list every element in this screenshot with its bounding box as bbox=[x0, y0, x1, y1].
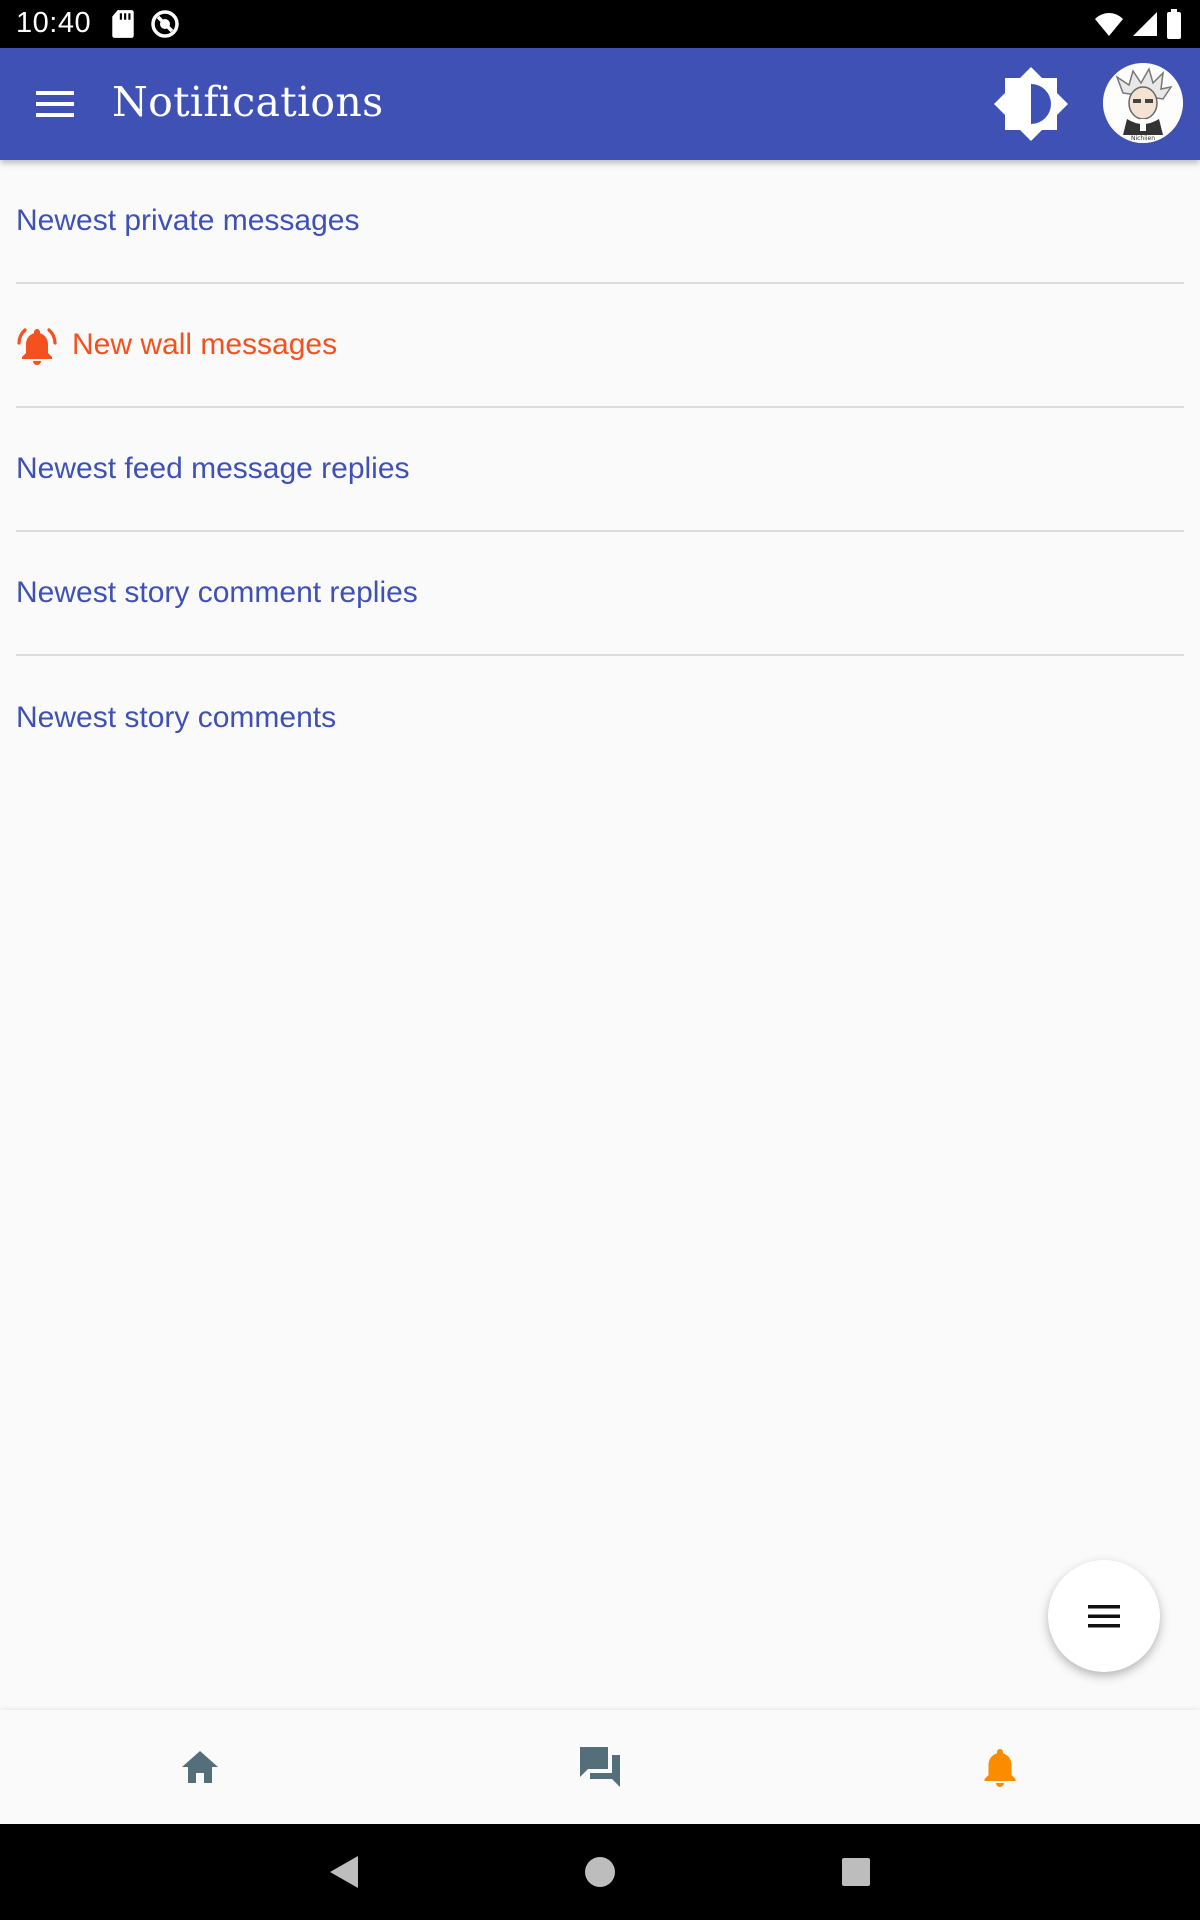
fab-menu-button[interactable] bbox=[1048, 1560, 1160, 1672]
system-back-button[interactable] bbox=[318, 1848, 366, 1896]
sd-card-icon bbox=[110, 9, 136, 39]
list-item-label: Newest story comments bbox=[16, 701, 337, 734]
list-item-wall-messages[interactable]: New wall messages bbox=[16, 284, 1184, 408]
avatar-image: Nichiien bbox=[1103, 63, 1183, 143]
system-home-button[interactable] bbox=[576, 1848, 624, 1896]
system-recents-button[interactable] bbox=[832, 1848, 880, 1896]
status-bar: 10:40 bbox=[0, 0, 1200, 48]
page-title: Notifications bbox=[112, 78, 384, 126]
list-item-label: Newest private messages bbox=[16, 204, 360, 237]
avatar[interactable]: Nichiien bbox=[1103, 63, 1183, 143]
bell-icon bbox=[984, 1749, 1016, 1787]
nav-home[interactable] bbox=[0, 1710, 400, 1824]
system-navigation-bar bbox=[0, 1824, 1200, 1920]
bell-ring-icon bbox=[17, 328, 57, 365]
avatar-caption: Nichiien bbox=[1131, 135, 1155, 142]
menu-button[interactable] bbox=[30, 78, 82, 130]
menu-lines-icon bbox=[1088, 1605, 1120, 1628]
signal-icon bbox=[1132, 11, 1158, 37]
status-time: 10:40 bbox=[16, 7, 92, 39]
do-not-disturb-icon bbox=[150, 9, 180, 39]
notification-list: Newest private messages New wall message… bbox=[16, 160, 1184, 780]
list-item-label: Newest feed message replies bbox=[16, 452, 410, 485]
back-icon bbox=[330, 1856, 358, 1888]
hamburger-menu-icon bbox=[36, 91, 74, 117]
list-item-story-comments[interactable]: Newest story comments bbox=[16, 656, 1184, 780]
battery-icon bbox=[1166, 9, 1182, 39]
brightness-icon bbox=[994, 67, 1068, 141]
forum-icon bbox=[580, 1747, 620, 1787]
nav-notifications[interactable] bbox=[800, 1710, 1200, 1824]
wifi-icon bbox=[1094, 11, 1124, 37]
list-item-label: Newest story comment replies bbox=[16, 576, 418, 609]
nav-forum[interactable] bbox=[400, 1710, 800, 1824]
home-circle-icon bbox=[585, 1857, 615, 1887]
list-item-private-messages[interactable]: Newest private messages bbox=[16, 160, 1184, 284]
app-bar: Notifications Nichiien bbox=[0, 48, 1200, 160]
list-item-feed-replies[interactable]: Newest feed message replies bbox=[16, 408, 1184, 532]
brightness-button[interactable] bbox=[990, 63, 1072, 145]
home-icon bbox=[182, 1751, 218, 1783]
bottom-navigation bbox=[0, 1710, 1200, 1824]
recents-icon bbox=[842, 1858, 870, 1886]
list-item-story-comment-replies[interactable]: Newest story comment replies bbox=[16, 532, 1184, 656]
list-item-label: New wall messages bbox=[72, 328, 338, 361]
